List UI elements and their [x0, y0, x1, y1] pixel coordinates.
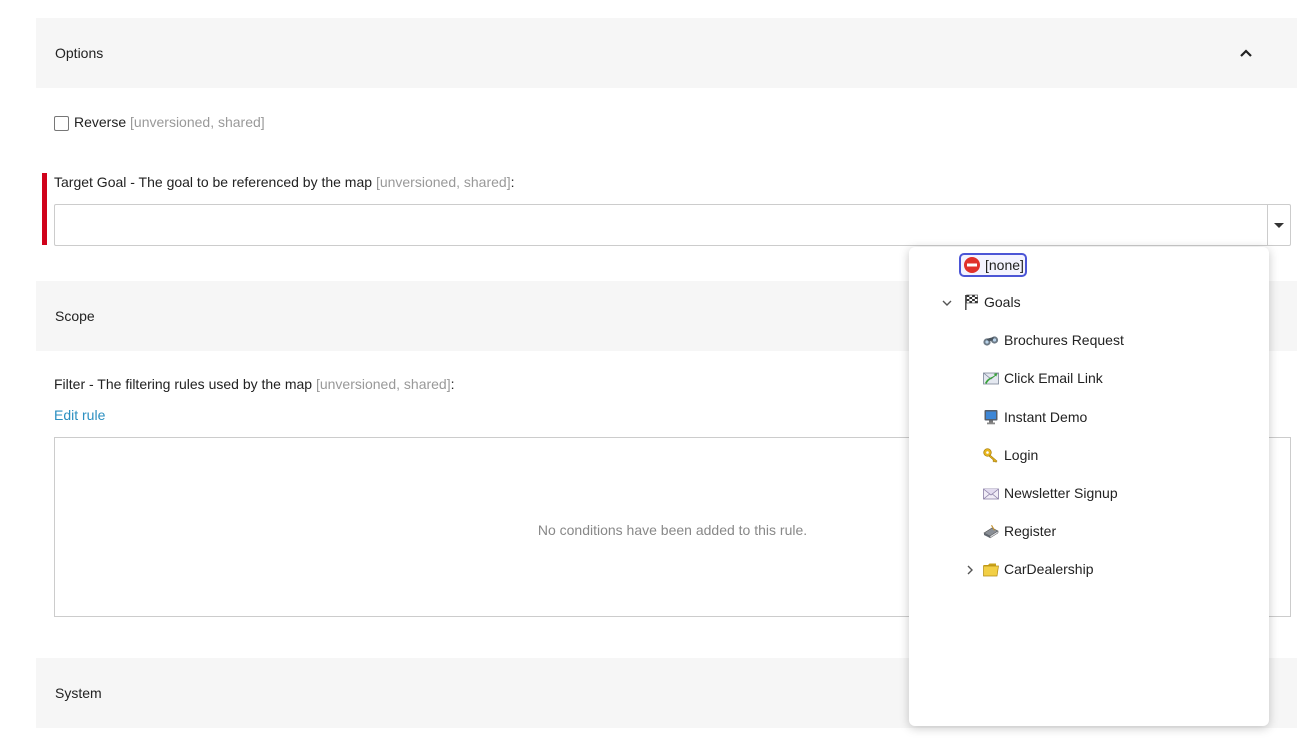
- options-section-header[interactable]: Options: [36, 18, 1297, 88]
- folder-icon: [983, 563, 999, 577]
- caret-down-icon: [1274, 222, 1284, 228]
- system-section-title: System: [55, 685, 102, 701]
- tree-item-goal[interactable]: Click Email Link: [982, 369, 1103, 387]
- checkered-flag-icon: [965, 294, 978, 310]
- chevron-right-icon[interactable]: [965, 565, 975, 575]
- envelope-icon: [983, 488, 999, 500]
- tree-item-goal[interactable]: Instant Demo: [982, 408, 1087, 426]
- reverse-label: Reverse [unversioned, shared]: [74, 114, 265, 130]
- key-icon: [983, 448, 998, 463]
- goal-label: Newsletter Signup: [1004, 485, 1118, 501]
- combobox-toggle-button[interactable]: [1267, 205, 1290, 245]
- target-goal-colon: :: [510, 174, 515, 190]
- tree-item-folder[interactable]: CarDealership: [982, 560, 1093, 578]
- reverse-tag: [unversioned, shared]: [130, 114, 265, 130]
- tree-item-none[interactable]: [none]: [959, 253, 1027, 277]
- target-goal-combobox[interactable]: [54, 204, 1291, 246]
- goal-label: Register: [1004, 523, 1057, 539]
- register-book-icon: [983, 525, 999, 539]
- filter-colon: :: [450, 376, 455, 392]
- email-link-icon: [983, 372, 999, 385]
- binoculars-icon: [983, 336, 999, 346]
- tree-item-goal[interactable]: Newsletter Signup: [982, 484, 1118, 502]
- filter-label-text: Filter - The filtering rules used by the…: [54, 376, 313, 392]
- tree-item-goal[interactable]: Login: [982, 446, 1038, 464]
- target-goal-label-text: Target Goal - The goal to be referenced …: [54, 174, 373, 190]
- edit-rule-link[interactable]: Edit rule: [54, 407, 105, 423]
- chevron-up-icon[interactable]: [1239, 48, 1253, 58]
- no-entry-icon: [964, 257, 980, 273]
- required-indicator: [42, 173, 47, 245]
- chevron-down-icon[interactable]: [942, 298, 952, 308]
- target-goal-tag: [unversioned, shared]: [375, 174, 511, 190]
- scope-section-title: Scope: [55, 308, 95, 324]
- none-selection[interactable]: [none]: [959, 253, 1027, 277]
- goal-label: Instant Demo: [1004, 409, 1088, 425]
- tree-item-goal[interactable]: Brochures Request: [982, 331, 1124, 349]
- options-section-title: Options: [55, 45, 104, 61]
- goal-label: Login: [1004, 447, 1039, 463]
- tree-item-none-label: [none]: [985, 257, 1024, 273]
- tree-item-goals[interactable]: Goals: [962, 293, 1021, 311]
- filter-label: Filter - The filtering rules used by the…: [54, 376, 455, 392]
- reverse-label-text: Reverse: [74, 114, 127, 130]
- goal-dropdown-panel: [none] Goals Brochures Request Click Ema…: [909, 247, 1269, 726]
- folder-label: CarDealership: [1004, 561, 1094, 577]
- target-goal-label: Target Goal - The goal to be referenced …: [54, 174, 514, 190]
- reverse-checkbox[interactable]: [54, 116, 69, 131]
- monitor-icon: [984, 410, 998, 425]
- goal-label: Click Email Link: [1004, 370, 1103, 386]
- tree-item-goals-label: Goals: [984, 294, 1021, 310]
- filter-tag: [unversioned, shared]: [315, 376, 451, 392]
- goal-label: Brochures Request: [1004, 332, 1124, 348]
- tree-item-goal[interactable]: Register: [982, 522, 1056, 540]
